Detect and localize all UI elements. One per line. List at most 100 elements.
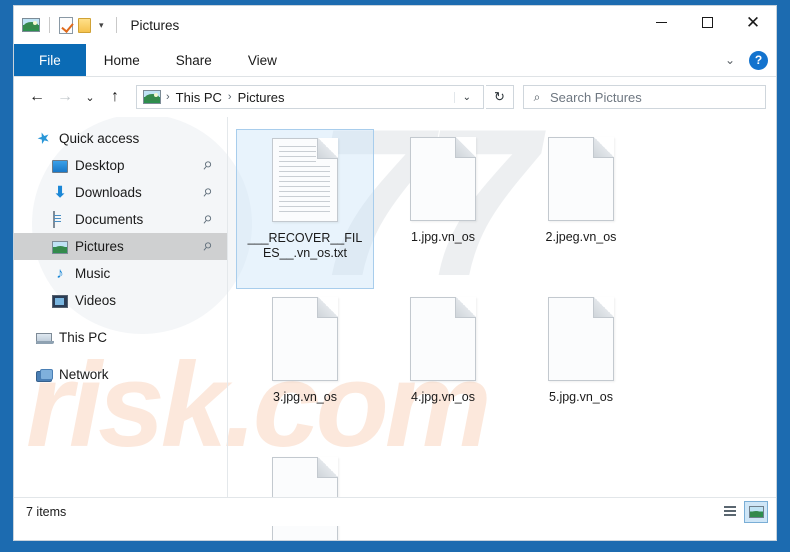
file-grid: ___RECOVER__FILES__.vn_os.txt 1.jpg.vn_o…	[236, 129, 776, 540]
forward-button[interactable]: →	[52, 84, 78, 110]
ribbon-tab-bar: File Home Share View ⌄ ?	[14, 44, 776, 77]
address-bar: ← → ⌄ ↑ › This PC › Pictures ⌄ ↻ ⌕ Searc…	[14, 77, 776, 117]
search-box[interactable]: ⌕ Search Pictures	[523, 85, 766, 109]
maximize-button[interactable]	[684, 6, 730, 38]
recent-locations-button[interactable]: ⌄	[80, 84, 100, 110]
file-name-label: 2.jpeg.vn_os	[545, 230, 617, 244]
minimize-button[interactable]	[638, 6, 684, 38]
toolbar-divider	[115, 17, 117, 33]
window-title: Pictures	[130, 17, 180, 33]
file-explorer-window: 77 risk.com ▾ Pictures ✕	[14, 6, 776, 540]
generic-file-icon	[410, 137, 476, 221]
file-name-label: 3.jpg.vn_os	[273, 390, 337, 404]
pin-icon[interactable]: ⚲	[200, 158, 215, 173]
pin-icon[interactable]: ⚲	[200, 239, 215, 254]
sidebar-item-label: Downloads	[75, 185, 142, 200]
star-pin-icon: ★	[34, 127, 54, 149]
up-button[interactable]: ↑	[102, 84, 128, 110]
generic-file-icon	[548, 137, 614, 221]
sidebar-item-label: Desktop	[75, 158, 125, 173]
file-item[interactable]: 1.jpg.vn_os	[374, 129, 512, 289]
search-input[interactable]: Search Pictures	[550, 90, 642, 105]
sidebar-item-label: This PC	[59, 330, 108, 345]
window-controls: ✕	[638, 6, 776, 38]
this-pc-icon	[36, 333, 54, 344]
file-item[interactable]: 3.jpg.vn_os	[236, 289, 374, 449]
sidebar-item-label: Quick access	[59, 131, 140, 146]
view-toggle-group	[716, 501, 768, 523]
network-icon	[36, 368, 53, 382]
details-view-icon	[720, 506, 736, 518]
tab-file[interactable]: File	[14, 44, 86, 76]
file-name-label: 1.jpg.vn_os	[411, 230, 475, 244]
ribbon-controls: ⌄ ?	[720, 44, 768, 76]
sidebar-item-desktop[interactable]: Desktop ⚲	[14, 152, 227, 179]
pin-icon[interactable]: ⚲	[200, 185, 215, 200]
breadcrumb-this-pc[interactable]: This PC	[171, 90, 227, 105]
help-button[interactable]: ?	[749, 50, 768, 70]
sidebar-item-videos[interactable]: Videos	[14, 287, 227, 314]
music-icon: ♪	[56, 264, 64, 282]
generic-file-icon	[272, 297, 338, 381]
file-item[interactable]: 6.jpg.vn_os	[236, 449, 374, 540]
file-item[interactable]: 4.jpg.vn_os	[374, 289, 512, 449]
breadcrumb[interactable]: › This PC › Pictures ⌄	[136, 85, 484, 109]
file-item[interactable]: ___RECOVER__FILES__.vn_os.txt	[236, 129, 374, 289]
sidebar-item-documents[interactable]: Documents ⚲	[14, 206, 227, 233]
generic-file-icon	[548, 297, 614, 381]
text-file-icon	[272, 138, 338, 222]
screen: 77 risk.com ▾ Pictures ✕	[0, 0, 790, 552]
details-view-button[interactable]	[716, 501, 740, 523]
close-button[interactable]: ✕	[730, 6, 776, 38]
navigation-pane: ★ Quick access Desktop ⚲ ⬇ Downloads ⚲ D…	[14, 117, 228, 497]
sidebar-item-label: Videos	[75, 293, 117, 308]
file-item[interactable]: 2.jpeg.vn_os	[512, 129, 650, 289]
toolbar-divider	[49, 17, 50, 33]
pin-icon[interactable]: ⚲	[200, 212, 215, 227]
videos-icon	[52, 295, 68, 308]
generic-file-icon	[410, 297, 476, 381]
file-name-label: 4.jpg.vn_os	[411, 390, 475, 404]
chevron-down-icon[interactable]: ▾	[96, 20, 107, 30]
sidebar-item-pictures[interactable]: Pictures ⚲	[14, 233, 227, 260]
tab-share[interactable]: Share	[158, 44, 230, 76]
item-count-label: 7 items	[26, 505, 67, 519]
chevron-down-icon[interactable]: ⌄	[453, 91, 479, 103]
title-bar: ▾ Pictures ✕	[14, 6, 776, 44]
sidebar-item-label: Pictures	[75, 239, 124, 254]
documents-icon	[52, 210, 68, 228]
tab-home[interactable]: Home	[86, 44, 158, 76]
new-folder-icon[interactable]	[78, 17, 91, 33]
quick-access-toolbar: ▾	[14, 16, 121, 34]
status-bar: 7 items	[14, 497, 776, 526]
breadcrumb-pictures[interactable]: Pictures	[233, 90, 290, 105]
back-button[interactable]: ←	[24, 84, 50, 110]
chevron-down-icon[interactable]: ⌄	[720, 51, 740, 69]
file-name-label: ___RECOVER__FILES__.vn_os.txt	[247, 231, 363, 260]
large-icons-view-icon	[748, 506, 764, 518]
minimize-icon	[655, 21, 667, 23]
file-list-pane[interactable]: ___RECOVER__FILES__.vn_os.txt 1.jpg.vn_o…	[228, 117, 776, 540]
sidebar-item-this-pc[interactable]: This PC	[14, 324, 227, 351]
maximize-icon	[701, 16, 713, 28]
properties-icon[interactable]	[59, 16, 73, 34]
pictures-icon[interactable]	[22, 18, 40, 32]
sidebar-item-music[interactable]: ♪ Music	[14, 260, 227, 287]
file-item[interactable]: 5.jpg.vn_os	[512, 289, 650, 449]
sidebar-item-downloads[interactable]: ⬇ Downloads ⚲	[14, 179, 227, 206]
sidebar-item-network[interactable]: Network	[14, 361, 227, 388]
refresh-button[interactable]: ↻	[486, 85, 514, 109]
large-icons-view-button[interactable]	[744, 501, 768, 523]
sidebar-item-label: Network	[59, 367, 109, 382]
sidebar-item-label: Music	[75, 266, 111, 281]
file-name-label: 5.jpg.vn_os	[549, 390, 613, 404]
pictures-icon	[143, 90, 161, 104]
tab-view[interactable]: View	[230, 44, 295, 76]
downloads-icon: ⬇	[53, 183, 67, 201]
search-icon: ⌕	[533, 89, 541, 104]
close-icon: ✕	[745, 12, 761, 32]
desktop-icon	[52, 160, 68, 173]
sidebar-item-quick-access[interactable]: ★ Quick access	[14, 125, 227, 152]
